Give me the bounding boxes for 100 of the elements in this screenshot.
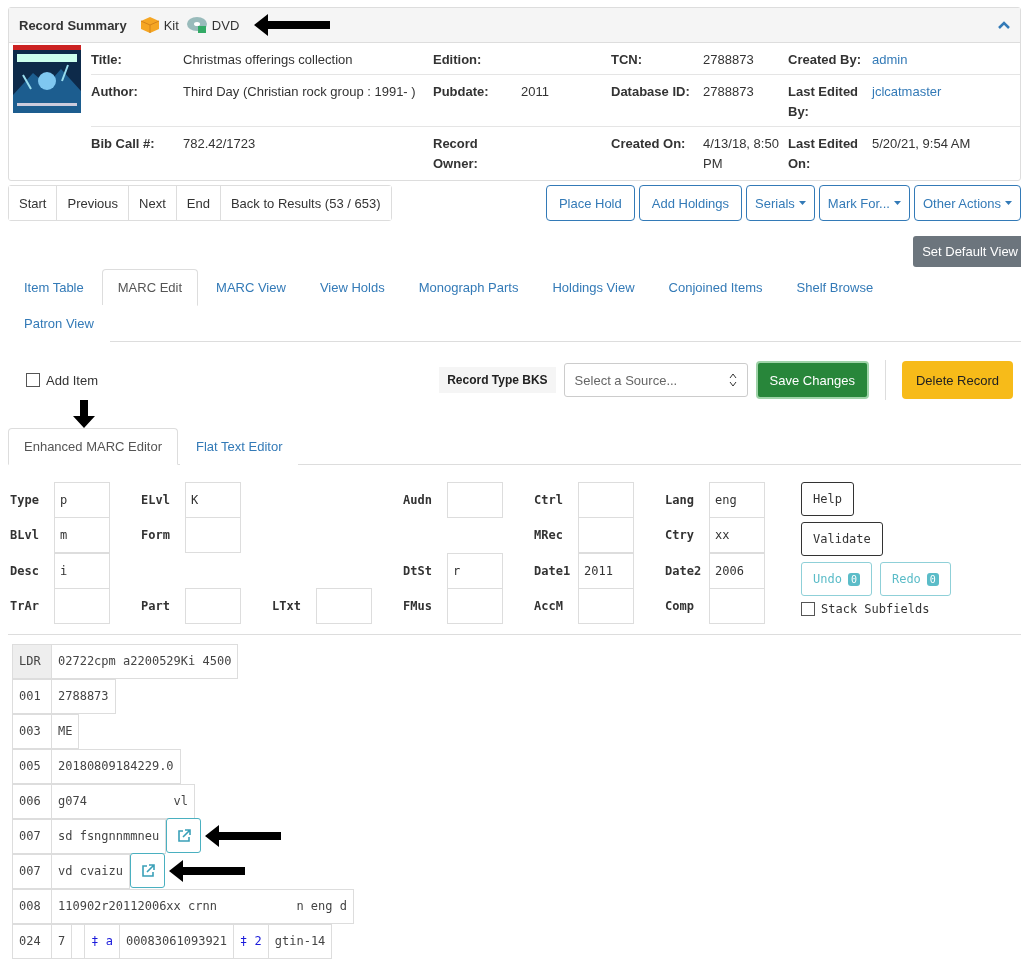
- delete-button[interactable]: Delete Record: [901, 361, 1013, 399]
- set-default-view-button[interactable]: Set Default View: [913, 236, 1021, 267]
- fixed-field-input[interactable]: i: [54, 552, 110, 589]
- fixed-field-input[interactable]: [578, 481, 634, 518]
- subfield-value[interactable]: gtin-14: [267, 923, 333, 959]
- marc-field-value[interactable]: vd cvaizu: [51, 853, 131, 889]
- indicator[interactable]: [71, 923, 86, 959]
- field-label: Record Owner:: [433, 136, 478, 171]
- marc-field-value[interactable]: 110902r20112006xx crnn n eng d: [51, 888, 354, 924]
- field-value: Third Day (Christian rock group : 1991- ): [183, 84, 416, 99]
- fixed-field-label: Comp: [665, 599, 695, 614]
- field-label: Title:: [91, 52, 122, 67]
- marc-field-value[interactable]: 2788873: [51, 678, 116, 714]
- fixed-field-label: FMus: [403, 599, 433, 614]
- field-value: 4/13/18, 8:50 PM: [703, 136, 779, 171]
- dropdown-button[interactable]: Mark For...: [818, 185, 910, 221]
- fixed-field-input[interactable]: [316, 588, 372, 625]
- fixed-field-label: Date1: [534, 563, 572, 578]
- action-button[interactable]: Add Holdings: [638, 185, 743, 221]
- arrow-icon: [254, 14, 331, 36]
- marc-tag: 008: [12, 888, 52, 924]
- fixed-field-input[interactable]: [447, 588, 503, 625]
- fixed-field-input[interactable]: [447, 481, 503, 518]
- marc-tag: 001: [12, 678, 52, 714]
- field-label: Created On:: [611, 136, 686, 151]
- fixed-field-input[interactable]: eng: [709, 481, 765, 518]
- fixed-field-label: DtSt: [403, 563, 433, 578]
- count-badge: 0: [926, 572, 939, 586]
- external-link-icon: [140, 863, 155, 878]
- subfield-code[interactable]: ‡ 2: [233, 923, 269, 959]
- field-value: 5/20/21, 9:54 AM: [872, 136, 971, 151]
- subfield-value[interactable]: 00083061093921: [118, 923, 235, 959]
- tab[interactable]: Patron View: [8, 305, 110, 342]
- checkbox-label: Add Item: [46, 372, 99, 388]
- marc-tag: 007: [12, 818, 52, 854]
- subfield-code[interactable]: ‡ a: [84, 923, 120, 959]
- field-label: Last Edited On:: [788, 136, 859, 171]
- user-link[interactable]: admin: [872, 52, 908, 67]
- help-button[interactable]: Help: [801, 482, 854, 516]
- fixed-field-input[interactable]: [578, 517, 634, 554]
- edit-button[interactable]: [166, 818, 202, 853]
- fixed-field-input[interactable]: [578, 588, 634, 625]
- fixed-field-label: TrAr: [10, 599, 40, 614]
- fixed-field-label: BLvl: [10, 528, 40, 543]
- field-value: Christmas offerings collection: [183, 52, 353, 67]
- box-icon: [139, 16, 160, 34]
- checkbox[interactable]: [26, 373, 40, 387]
- edit-button[interactable]: [130, 853, 166, 888]
- field-value: 2011: [521, 84, 549, 99]
- fixed-field-label: Part: [141, 599, 171, 614]
- action-button[interactable]: Place Hold: [545, 185, 635, 221]
- fixed-field-input[interactable]: p: [54, 481, 110, 518]
- field-label: Pubdate:: [433, 84, 489, 99]
- format-label: DVD: [211, 17, 240, 33]
- field-label: Last Edited By:: [788, 84, 859, 119]
- fixed-field-input[interactable]: [709, 588, 765, 625]
- validate-button[interactable]: Validate: [801, 522, 883, 556]
- marc-field-value[interactable]: sd fsngnnmmneu: [51, 818, 167, 854]
- fixed-field-label: ELvl: [141, 492, 171, 507]
- nav-button[interactable]: Back to Results (53 / 653): [219, 186, 391, 220]
- fixed-field-input[interactable]: 2011: [578, 552, 634, 589]
- disc-icon: [185, 16, 208, 34]
- fixed-field-label: Ctrl: [534, 492, 564, 507]
- marc-tag: 007: [12, 853, 52, 889]
- marc-tag: 005: [12, 748, 52, 784]
- dropdown-button[interactable]: Serials: [746, 185, 815, 221]
- fixed-field-input[interactable]: m: [54, 517, 110, 554]
- checkbox[interactable]: [801, 602, 815, 616]
- field-label: Author:: [91, 84, 138, 99]
- marc-tag: LDR: [12, 643, 52, 679]
- fixed-field-input[interactable]: xx: [709, 517, 765, 554]
- marc-field-value[interactable]: g074 vl: [51, 783, 196, 819]
- marc-field-value[interactable]: 02722cpm a2200529Ki 4500: [51, 643, 239, 679]
- save-button[interactable]: Save Changes: [755, 361, 869, 399]
- tab[interactable]: Enhanced MARC Editor: [8, 428, 178, 465]
- fixed-field-input[interactable]: [185, 588, 241, 625]
- fixed-field-label: Form: [141, 528, 171, 543]
- fixed-field-label: Audn: [403, 492, 433, 507]
- marc-field-value[interactable]: ME: [51, 713, 80, 749]
- arrow-icon: [205, 824, 282, 847]
- fixed-field-label: Ctry: [665, 528, 695, 543]
- dropdown-button[interactable]: Other Actions: [913, 185, 1021, 221]
- fixed-field-input[interactable]: [54, 588, 110, 625]
- field-value: 782.42/1723: [183, 136, 256, 151]
- collapse-icon[interactable]: [998, 21, 1010, 29]
- fixed-field-input[interactable]: r: [447, 552, 503, 589]
- user-link[interactable]: jclcatmaster: [872, 84, 942, 99]
- fixed-field-input[interactable]: [185, 517, 241, 554]
- panel-title: Record Summary: [19, 17, 127, 33]
- field-label: TCN:: [611, 52, 643, 67]
- arrow-icon: [169, 859, 246, 882]
- marc-field-value[interactable]: 20180809184229.0: [51, 748, 181, 784]
- tab[interactable]: MARC Edit: [101, 269, 199, 306]
- arrow-icon: [73, 400, 95, 428]
- external-link-icon: [176, 828, 191, 843]
- fixed-field-label: Date2: [665, 563, 703, 578]
- source-select[interactable]: Select a Source...: [563, 363, 748, 397]
- fixed-field-input[interactable]: 2006: [709, 552, 765, 589]
- fixed-field-input[interactable]: K: [185, 481, 241, 518]
- fixed-field-label: LTxt: [272, 599, 302, 614]
